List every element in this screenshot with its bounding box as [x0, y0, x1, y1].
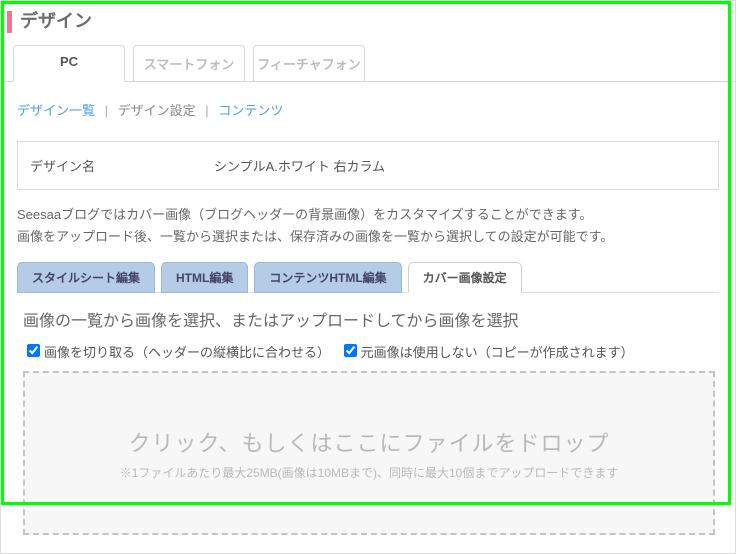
file-drop-area[interactable]: クリック、もしくはここにファイルをドロップ ※1ファイルあたり最大25MB(画像…	[23, 371, 715, 535]
drop-message: クリック、もしくはここにファイルをドロップ	[128, 426, 609, 458]
link-design-list[interactable]: デザイン一覧	[17, 103, 95, 118]
checkbox-line: 画像を切り取る（ヘッダーの縦横比に合わせる） 元画像は使用しない（コピーが作成さ…	[23, 341, 713, 361]
tab-smartphone[interactable]: スマートフォン	[133, 45, 245, 81]
window: デザイン PC スマートフォン フィーチャフォン デザイン一覧 | デザイン設定…	[0, 0, 736, 554]
breadcrumb-sep: |	[205, 103, 208, 118]
tab-stylesheet-edit[interactable]: スタイルシート編集	[17, 262, 155, 293]
design-name-label: デザイン名	[18, 142, 202, 189]
checkbox-crop-label[interactable]: 画像を切り取る（ヘッダーの縦横比に合わせる）	[23, 345, 330, 360]
checkbox-nooriginal[interactable]	[344, 344, 357, 357]
checkbox-nooriginal-label[interactable]: 元画像は使用しない（コピーが作成されます）	[340, 345, 634, 360]
link-contents[interactable]: コンテンツ	[218, 103, 283, 118]
tab-html-edit[interactable]: HTML編集	[161, 262, 248, 293]
design-name-row: デザイン名 シンプルA.ホワイト 右カラム	[17, 141, 719, 190]
page-title: デザイン	[1, 1, 735, 39]
section-header: 画像の一覧から画像を選択、またはアップロードしてから画像を選択	[23, 307, 713, 331]
cover-image-section: 画像の一覧から画像を選択、またはアップロードしてから画像を選択 画像を切り取る（…	[17, 292, 719, 535]
content-area: デザイン一覧 | デザイン設定 | コンテンツ デザイン名 シンプルA.ホワイト…	[1, 82, 735, 553]
tab-content-html-edit[interactable]: コンテンツHTML編集	[254, 262, 401, 293]
design-name-value: シンプルA.ホワイト 右カラム	[202, 142, 718, 189]
breadcrumb: デザイン一覧 | デザイン設定 | コンテンツ	[17, 100, 719, 119]
tab-cover-image-settings[interactable]: カバー画像設定	[408, 262, 522, 293]
page-title-text: デザイン	[20, 11, 92, 31]
accent-bar	[7, 11, 12, 33]
device-tabs: PC スマートフォン フィーチャフォン	[1, 39, 735, 82]
sub-tabs: スタイルシート編集 HTML編集 コンテンツHTML編集 カバー画像設定	[17, 262, 719, 293]
checkbox-crop[interactable]	[27, 344, 40, 357]
tab-pc[interactable]: PC	[13, 45, 125, 82]
breadcrumb-sep: |	[105, 103, 108, 118]
breadcrumb-current: デザイン設定	[118, 103, 196, 118]
drop-hint: ※1ファイルあたり最大25MB(画像は10MBまで)、同時に最大10個までアップ…	[120, 464, 619, 481]
description: Seesaaブログではカバー画像（ブログヘッダーの背景画像）をカスタマイズするこ…	[17, 204, 719, 248]
tab-featurephone[interactable]: フィーチャフォン	[253, 45, 365, 81]
